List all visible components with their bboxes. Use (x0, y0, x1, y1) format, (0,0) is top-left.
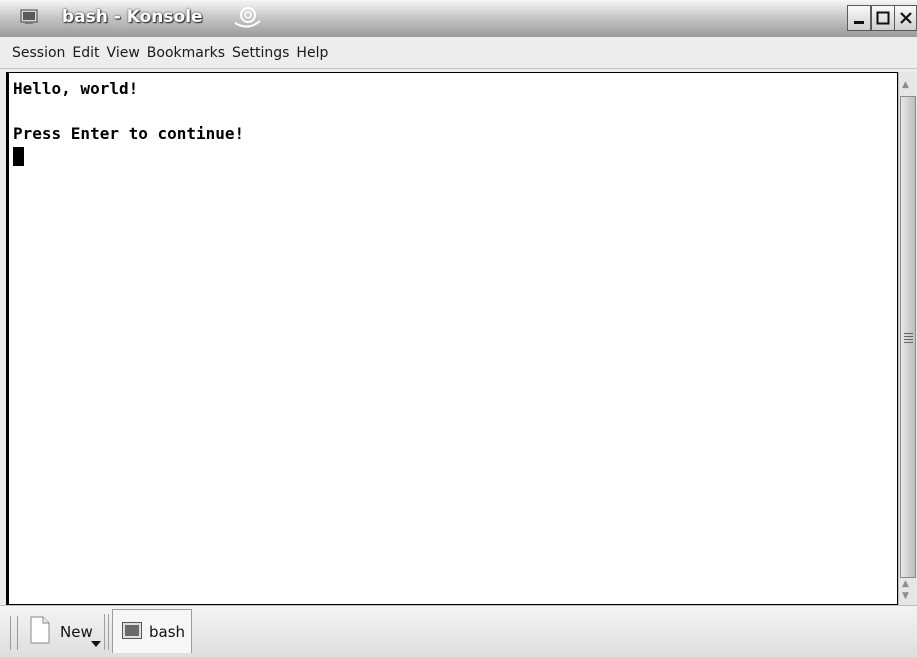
lifebuoy-icon (234, 7, 261, 28)
scrollbar-thumb[interactable] (900, 96, 916, 578)
close-button[interactable] (894, 5, 917, 31)
terminal-line: Hello, world! (13, 79, 139, 98)
grip-line (904, 333, 913, 334)
terminal-output[interactable]: Hello, world! Press Enter to continue! (6, 72, 898, 605)
minimize-button[interactable] (847, 5, 871, 31)
window-title: bash - Konsole (62, 7, 203, 27)
new-session-button[interactable]: New (26, 612, 106, 652)
menu-settings[interactable]: Settings (232, 45, 289, 61)
grip-line (904, 342, 913, 343)
session-tab-bar: New bash (0, 605, 917, 657)
menu-edit[interactable]: Edit (72, 45, 99, 61)
vertical-scrollbar[interactable]: ▲ ▲ ▼ (898, 72, 917, 605)
minimize-icon (854, 21, 864, 24)
tab-bash[interactable]: bash (112, 609, 192, 653)
menu-help[interactable]: Help (296, 45, 328, 61)
konsole-terminal-icon[interactable] (20, 9, 38, 25)
menu-session[interactable]: Session (12, 45, 65, 61)
terminal-line: Press Enter to continue! (13, 124, 245, 143)
scroll-up-arrow-icon[interactable]: ▲ (902, 80, 909, 90)
close-icon (899, 12, 912, 24)
new-session-label: New (60, 623, 93, 641)
dropdown-arrow-icon[interactable] (91, 641, 101, 647)
title-bar[interactable]: bash - Konsole (0, 0, 917, 38)
new-document-icon (30, 616, 50, 644)
tab-bash-label: bash (149, 623, 186, 641)
menu-bookmarks[interactable]: Bookmarks (147, 45, 225, 61)
separator (104, 614, 109, 650)
menu-view[interactable]: View (107, 45, 140, 61)
terminal-icon (122, 622, 142, 639)
maximize-button[interactable] (871, 5, 895, 31)
toolbar-handle[interactable] (10, 616, 18, 650)
text-cursor (13, 147, 24, 166)
maximize-icon (876, 11, 890, 25)
konsole-window: bash - Konsole Session Edit View Bookmar… (0, 0, 917, 657)
menu-bar: Session Edit View Bookmarks Settings Hel… (0, 37, 917, 69)
grip-line (904, 339, 913, 340)
scroll-down-arrow-icon[interactable]: ▼ (902, 591, 909, 601)
scroll-up-arrow-icon[interactable]: ▲ (902, 579, 909, 589)
grip-line (904, 336, 913, 337)
